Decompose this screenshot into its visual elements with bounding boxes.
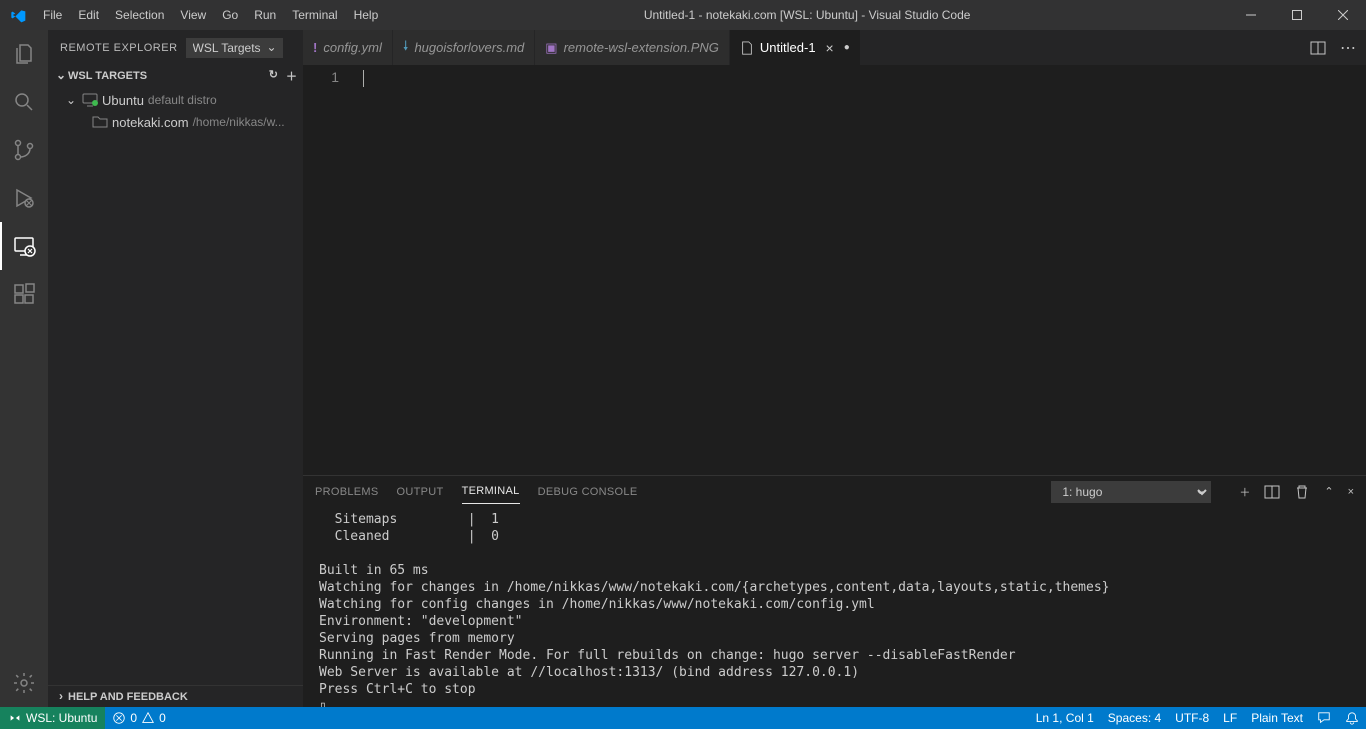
editor-area: ! config.yml 🠗 hugoisforlovers.md ▣ remo… (303, 30, 1366, 707)
window-title: Untitled-1 - notekaki.com [WSL: Ubuntu] … (386, 8, 1228, 22)
remote-target-select[interactable]: WSL Targets (186, 38, 283, 58)
status-notifications-icon[interactable] (1338, 707, 1366, 729)
status-encoding[interactable]: UTF-8 (1168, 707, 1216, 729)
source-control-icon[interactable] (0, 126, 48, 174)
status-bar: WSL: Ubuntu 0 0 Ln 1, Col 1 Spaces: 4 UT… (0, 707, 1366, 729)
distro-tag: default distro (148, 93, 217, 107)
tab-hugoisforlovers[interactable]: 🠗 hugoisforlovers.md (393, 30, 535, 65)
tab-label: config.yml (323, 40, 382, 55)
new-terminal-icon[interactable]: ＋ (1239, 484, 1250, 500)
more-actions-icon[interactable]: ⋯ (1340, 38, 1356, 58)
tab-untitled[interactable]: Untitled-1 × (730, 30, 861, 65)
status-eol[interactable]: LF (1216, 707, 1244, 729)
tab-label: Untitled-1 (760, 40, 816, 55)
collapse-panel-icon[interactable]: ⌃ (1324, 485, 1333, 498)
chevron-down-icon: ⌄ (54, 68, 68, 82)
menu-run[interactable]: Run (246, 0, 284, 30)
menu-file[interactable]: File (35, 0, 70, 30)
remote-icon (8, 711, 22, 725)
sidebar-header: REMOTE EXPLORER WSL Targets (48, 30, 303, 65)
menu-go[interactable]: Go (214, 0, 246, 30)
menu-edit[interactable]: Edit (70, 0, 107, 30)
wsl-distro-item[interactable]: ⌄ Ubuntu default distro (48, 89, 303, 111)
remote-indicator[interactable]: WSL: Ubuntu (0, 707, 105, 729)
menu-selection[interactable]: Selection (107, 0, 172, 30)
line-gutter: 1 (303, 65, 353, 475)
image-file-icon: ▣ (545, 40, 557, 56)
vscode-logo-icon (0, 7, 35, 23)
section-title: WSL TARGETS (68, 70, 147, 82)
tab-config[interactable]: ! config.yml (303, 30, 393, 65)
close-panel-icon[interactable]: × (1348, 486, 1354, 498)
status-feedback-icon[interactable] (1310, 707, 1338, 729)
section-title: HELP AND FEEDBACK (68, 691, 188, 703)
terminal-output[interactable]: Sitemaps | 1 Cleaned | 0 Built in 65 ms … (303, 507, 1366, 707)
help-feedback-section-header[interactable]: › HELP AND FEEDBACK (48, 685, 303, 707)
status-indentation[interactable]: Spaces: 4 (1101, 707, 1168, 729)
menu-terminal[interactable]: Terminal (284, 0, 345, 30)
sidebar-title: REMOTE EXPLORER (60, 42, 178, 54)
panel-tab-terminal[interactable]: TERMINAL (462, 479, 520, 504)
terminal-selector[interactable]: 1: hugo (1051, 481, 1211, 503)
monitor-icon (82, 92, 98, 108)
chevron-right-icon: › (54, 689, 68, 703)
split-editor-icon[interactable] (1310, 40, 1326, 56)
maximize-button[interactable] (1274, 0, 1320, 30)
code-area[interactable] (353, 65, 1366, 475)
folder-icon (92, 114, 108, 130)
window-controls (1228, 0, 1366, 30)
panel-tab-debug-console[interactable]: DEBUG CONSOLE (538, 480, 638, 504)
panel-tab-output[interactable]: OUTPUT (397, 480, 444, 504)
tab-remote-wsl-png[interactable]: ▣ remote-wsl-extension.PNG (535, 30, 730, 65)
minimize-button[interactable] (1228, 0, 1274, 30)
title-bar: File Edit Selection View Go Run Terminal… (0, 0, 1366, 30)
editor-body[interactable]: 1 (303, 65, 1366, 475)
warning-icon (141, 711, 155, 725)
status-cursor-position[interactable]: Ln 1, Col 1 (1029, 707, 1101, 729)
file-icon (740, 41, 754, 55)
panel-tabs: PROBLEMS OUTPUT TERMINAL DEBUG CONSOLE 1… (303, 476, 1366, 507)
menu-view[interactable]: View (172, 0, 214, 30)
explorer-icon[interactable] (0, 30, 48, 78)
distro-name: Ubuntu (102, 93, 144, 108)
run-debug-icon[interactable] (0, 174, 48, 222)
status-language[interactable]: Plain Text (1244, 707, 1310, 729)
sidebar: REMOTE EXPLORER WSL Targets ⌄ WSL TARGET… (48, 30, 303, 707)
editor-tabs: ! config.yml 🠗 hugoisforlovers.md ▣ remo… (303, 30, 1366, 65)
close-button[interactable] (1320, 0, 1366, 30)
menu-help[interactable]: Help (346, 0, 387, 30)
activity-bar (0, 30, 48, 707)
project-name: notekaki.com (112, 115, 189, 130)
wsl-targets-section-header[interactable]: ⌄ WSL TARGETS ↻ ＋ (48, 65, 303, 87)
text-cursor (363, 70, 364, 87)
menu-bar: File Edit Selection View Go Run Terminal… (35, 0, 386, 30)
status-errors[interactable]: 0 0 (105, 707, 172, 729)
kill-terminal-icon[interactable] (1294, 484, 1310, 500)
search-icon[interactable] (0, 78, 48, 126)
close-tab-icon[interactable]: × (826, 40, 834, 56)
panel-tab-problems[interactable]: PROBLEMS (315, 480, 379, 504)
extensions-icon[interactable] (0, 270, 48, 318)
markdown-file-icon: 🠗 (403, 37, 409, 59)
wsl-project-item[interactable]: notekaki.com /home/nikkas/w... (48, 111, 303, 133)
tab-label: hugoisforlovers.md (414, 40, 524, 55)
tab-label: remote-wsl-extension.PNG (564, 40, 719, 55)
remote-explorer-icon[interactable] (0, 222, 48, 270)
panel: PROBLEMS OUTPUT TERMINAL DEBUG CONSOLE 1… (303, 475, 1366, 707)
yaml-file-icon: ! (313, 40, 317, 55)
add-icon[interactable]: ＋ (286, 68, 297, 84)
project-path: /home/nikkas/w... (193, 115, 285, 129)
split-terminal-icon[interactable] (1264, 484, 1280, 500)
settings-gear-icon[interactable] (0, 659, 48, 707)
chevron-down-icon: ⌄ (64, 93, 78, 107)
error-icon (112, 711, 126, 725)
refresh-icon[interactable]: ↻ (269, 68, 278, 84)
